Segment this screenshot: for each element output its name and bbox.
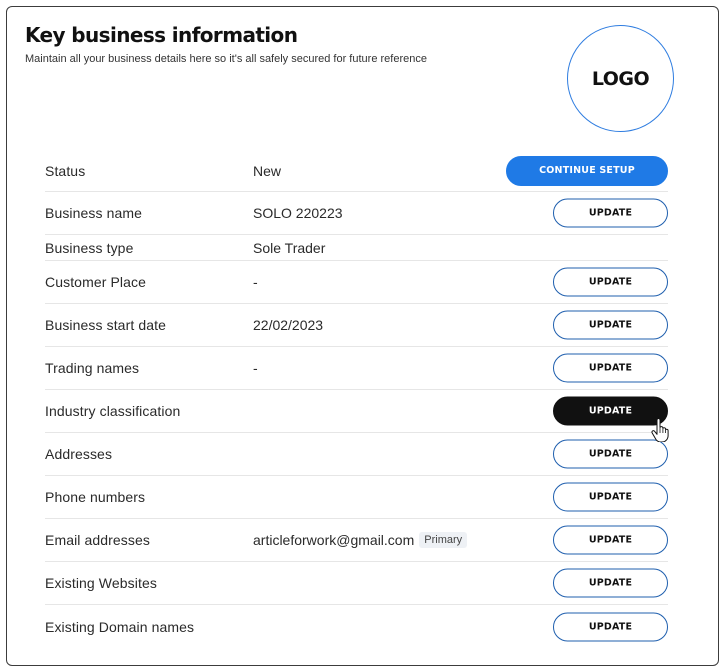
update-business-name-button[interactable]: UPDATE bbox=[553, 198, 668, 228]
row-business-name: Business name SOLO 220223 UPDATE bbox=[45, 192, 668, 235]
row-value: - bbox=[253, 360, 258, 376]
row-label: Status bbox=[45, 162, 86, 179]
row-business-start-date: Business start date 22/02/2023 UPDATE bbox=[45, 304, 668, 347]
hand-pointer-cursor-icon bbox=[651, 418, 669, 442]
page-title: Key business information bbox=[25, 23, 298, 47]
update-addresses-button[interactable]: UPDATE bbox=[553, 439, 668, 469]
update-phone-numbers-button[interactable]: UPDATE bbox=[553, 482, 668, 512]
update-customer-place-button[interactable]: UPDATE bbox=[553, 267, 668, 297]
row-label: Phone numbers bbox=[45, 489, 146, 505]
row-customer-place: Customer Place - UPDATE bbox=[45, 261, 668, 304]
primary-badge: Primary bbox=[419, 532, 468, 548]
row-label: Customer Place bbox=[45, 274, 146, 290]
row-addresses: Addresses UPDATE bbox=[45, 433, 668, 476]
row-existing-websites: Existing Websites UPDATE bbox=[45, 562, 668, 605]
update-domain-names-button[interactable]: UPDATE bbox=[553, 612, 668, 641]
info-rows: Status New CONTINUE SETUP Business name … bbox=[45, 150, 668, 648]
row-value: SOLO 220223 bbox=[253, 205, 343, 221]
row-label: Email addresses bbox=[45, 532, 150, 548]
update-email-addresses-button[interactable]: UPDATE bbox=[553, 525, 668, 555]
row-label: Existing Websites bbox=[45, 575, 157, 591]
update-existing-websites-button[interactable]: UPDATE bbox=[553, 568, 668, 598]
update-trading-names-button[interactable]: UPDATE bbox=[553, 353, 668, 383]
row-value: articleforwork@gmail.com Primary bbox=[253, 532, 468, 548]
row-label: Industry classification bbox=[45, 403, 181, 419]
row-label: Trading names bbox=[45, 360, 140, 376]
row-label: Addresses bbox=[45, 446, 113, 462]
logo-upload[interactable]: LOGO bbox=[567, 25, 674, 132]
row-email-addresses: Email addresses articleforwork@gmail.com… bbox=[45, 519, 668, 562]
row-status: Status New CONTINUE SETUP bbox=[45, 150, 668, 192]
row-label: Business type bbox=[45, 239, 134, 256]
row-industry-classification: Industry classification UPDATE bbox=[45, 390, 668, 433]
row-label: Existing Domain names bbox=[45, 618, 195, 635]
row-label: Business start date bbox=[45, 317, 166, 333]
row-value: Sole Trader bbox=[253, 239, 326, 256]
row-value: New bbox=[253, 162, 282, 179]
page-subtitle: Maintain all your business details here … bbox=[25, 53, 427, 65]
email-value: articleforwork@gmail.com bbox=[253, 532, 415, 548]
row-existing-domain-names: Existing Domain names UPDATE bbox=[45, 605, 668, 648]
row-phone-numbers: Phone numbers UPDATE bbox=[45, 476, 668, 519]
continue-setup-button[interactable]: CONTINUE SETUP bbox=[506, 155, 668, 186]
row-value: - bbox=[253, 274, 258, 290]
row-label: Business name bbox=[45, 205, 143, 221]
update-start-date-button[interactable]: UPDATE bbox=[553, 310, 668, 340]
row-value: 22/02/2023 bbox=[253, 317, 324, 333]
row-business-type: Business type Sole Trader bbox=[45, 235, 668, 261]
row-trading-names: Trading names - UPDATE bbox=[45, 347, 668, 390]
